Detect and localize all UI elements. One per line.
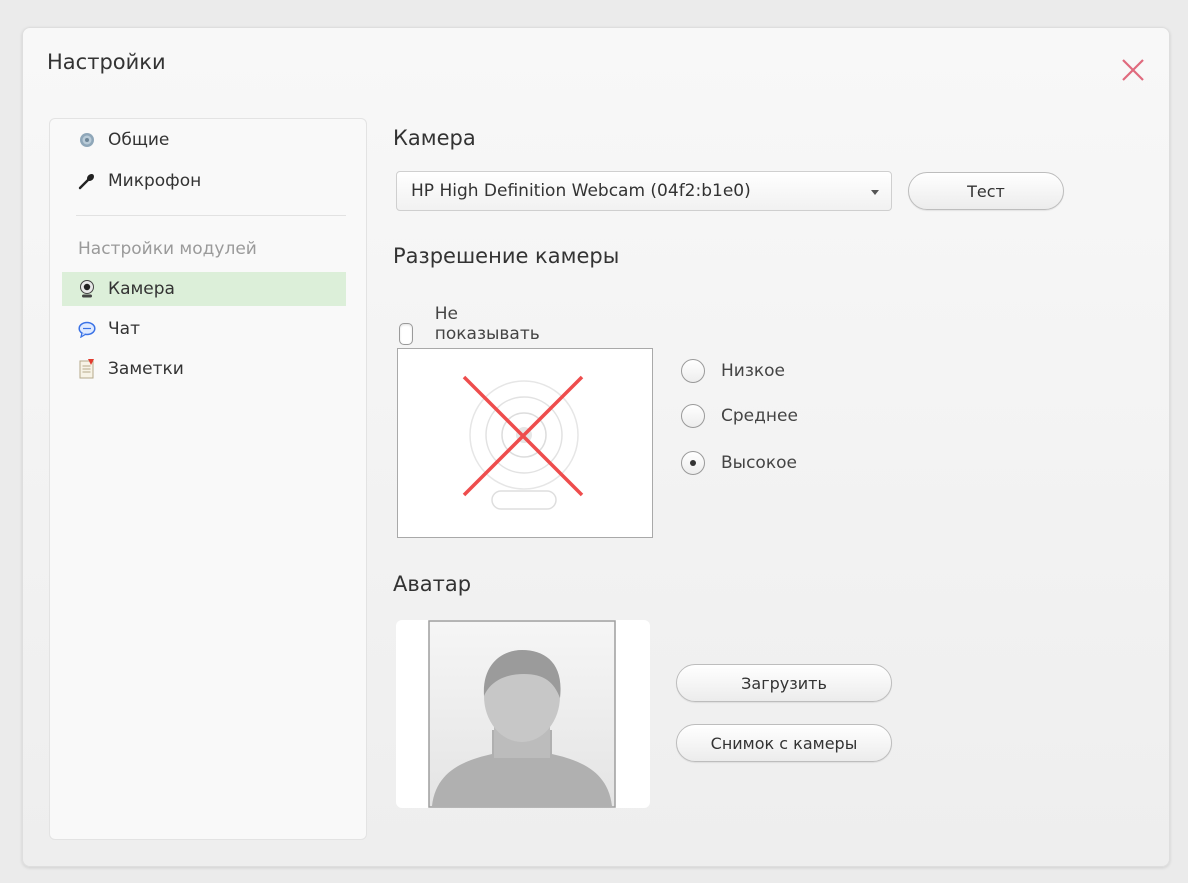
resolution-option-high[interactable]: Высокое: [681, 451, 797, 475]
gear-icon: [78, 131, 96, 149]
chevron-down-icon: [871, 190, 879, 195]
avatar-section-title: Аватар: [393, 572, 472, 596]
settings-dialog: Настройки Общие Микрофон Настройки модул…: [22, 27, 1170, 867]
sidebar-item-label: Общие: [108, 130, 170, 150]
dialog-title: Настройки: [47, 50, 166, 74]
sidebar-item-chat[interactable]: Чат: [62, 312, 346, 346]
chat-bubble-icon: [78, 320, 96, 338]
sidebar-item-notes[interactable]: Заметки: [62, 352, 346, 386]
resolution-section-title: Разрешение камеры: [393, 244, 620, 268]
default-avatar-icon: [428, 620, 616, 808]
sidebar-item-microphone[interactable]: Микрофон: [62, 164, 346, 198]
sidebar-item-label: Заметки: [108, 359, 184, 379]
camera-disabled-icon: [462, 375, 584, 510]
avatar-frame: [396, 620, 650, 808]
sidebar-item-label: Микрофон: [108, 171, 202, 191]
close-icon[interactable]: [1119, 56, 1147, 84]
hide-video-checkbox[interactable]: [399, 323, 413, 345]
resolution-option-label: Высокое: [721, 453, 797, 473]
resolution-option-medium[interactable]: Среднее: [681, 404, 798, 428]
camera-device-value: HP High Definition Webcam (04f2:b1e0): [411, 181, 751, 201]
radio-high[interactable]: [681, 451, 705, 475]
resolution-option-low[interactable]: Низкое: [681, 359, 785, 383]
camera-section-title: Камера: [393, 126, 476, 150]
sidebar-item-camera[interactable]: Камера: [62, 272, 346, 306]
camera-preview: [397, 348, 653, 538]
resolution-option-label: Среднее: [721, 406, 798, 426]
radio-medium[interactable]: [681, 404, 705, 428]
camera-snapshot-button[interactable]: Снимок с камеры: [676, 724, 892, 762]
sidebar-item-label: Чат: [108, 319, 140, 339]
webcam-icon: [78, 280, 96, 298]
camera-device-select[interactable]: HP High Definition Webcam (04f2:b1e0): [396, 171, 892, 211]
microphone-icon: [78, 172, 96, 190]
sidebar-item-general[interactable]: Общие: [62, 123, 346, 157]
sidebar-item-label: Камера: [108, 279, 175, 299]
sidebar-group-label: Настройки модулей: [78, 239, 257, 259]
test-camera-button[interactable]: Тест: [908, 172, 1064, 210]
sidebar-divider: [76, 215, 346, 216]
radio-low[interactable]: [681, 359, 705, 383]
settings-sidebar: Общие Микрофон Настройки модулей Камера …: [49, 118, 367, 840]
upload-avatar-button[interactable]: Загрузить: [676, 664, 892, 702]
notes-icon: [78, 359, 96, 379]
resolution-option-label: Низкое: [721, 361, 785, 381]
